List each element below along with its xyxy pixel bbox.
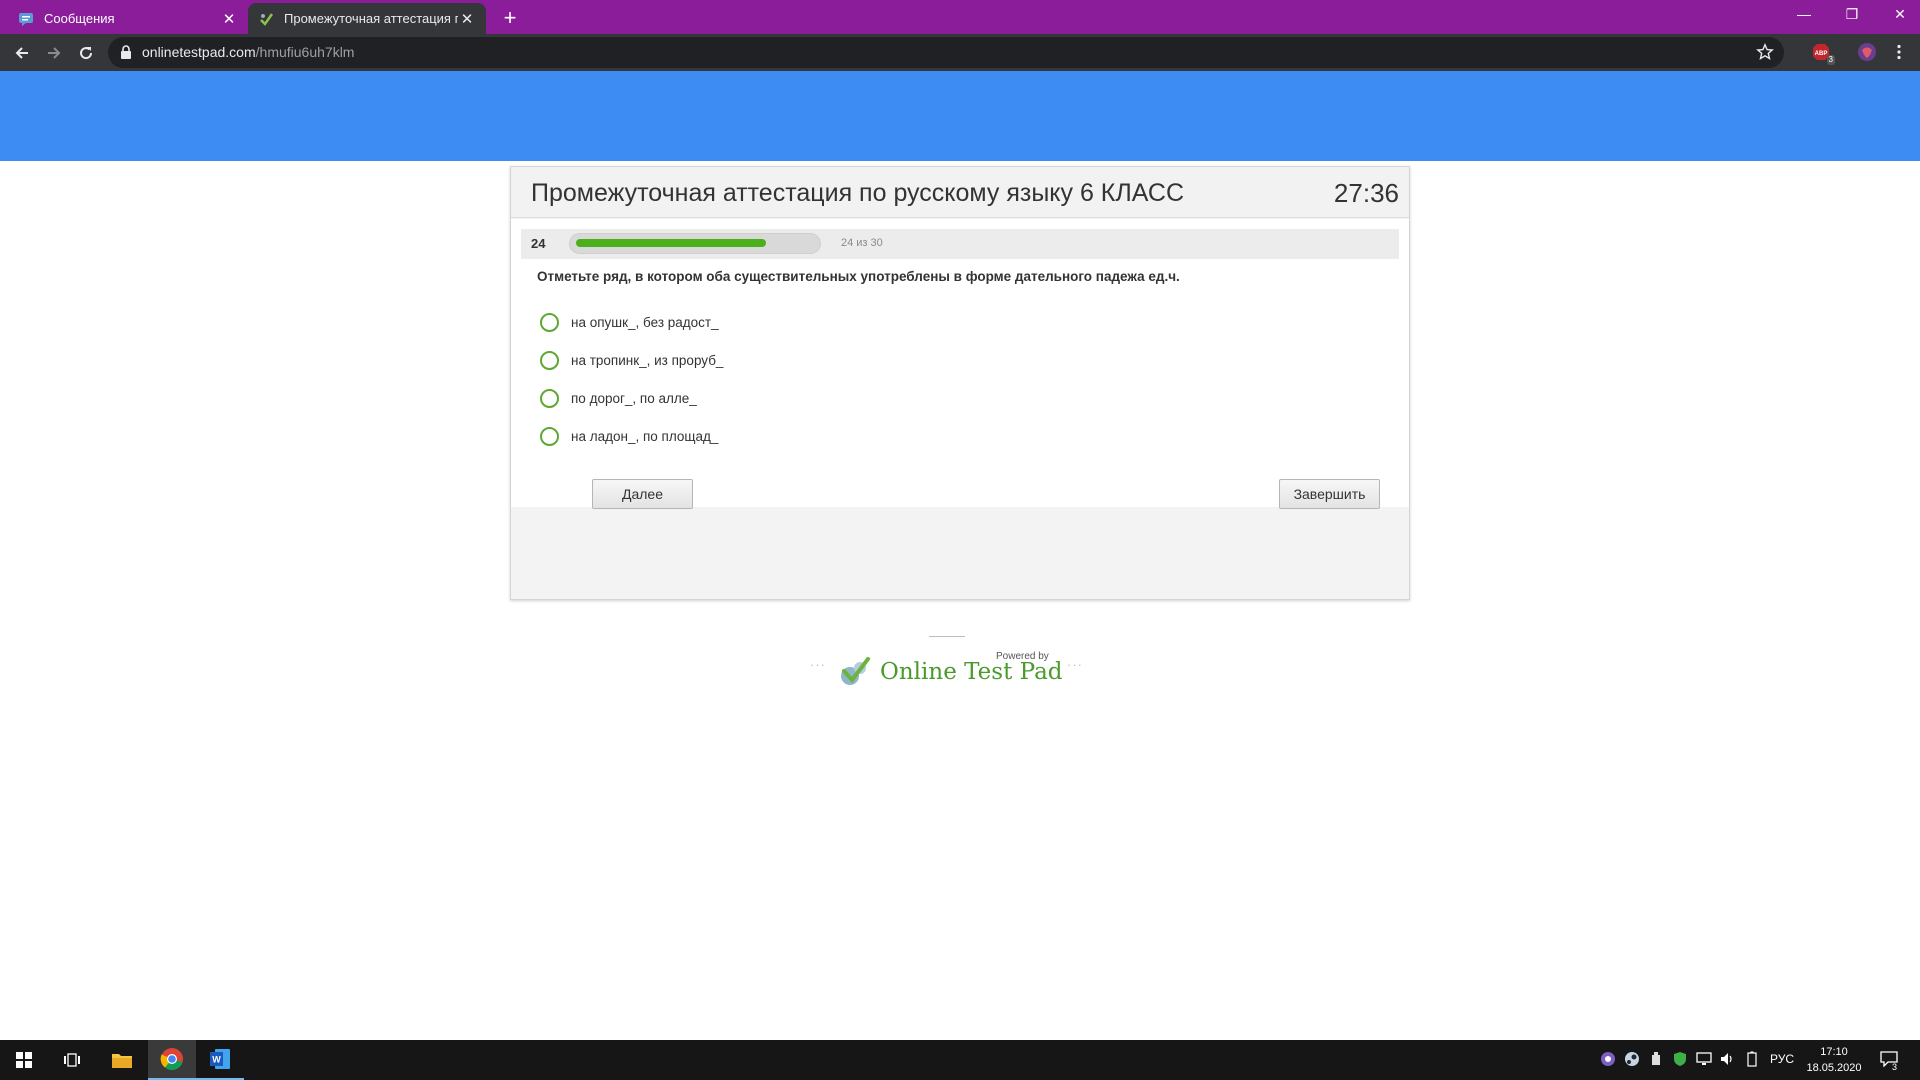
security-shield-tray-icon[interactable] [1671, 1050, 1689, 1068]
answer-option-label: на тропинк_, из проруб_ [571, 352, 724, 368]
network-tray-icon[interactable] [1695, 1050, 1713, 1068]
test-card: Промежуточная аттестация по русскому язы… [510, 166, 1410, 600]
footer-divider [929, 636, 965, 637]
answer-options: на опушк_, без радост_ на тропинк_, из п… [540, 303, 723, 455]
address-bar[interactable]: onlinetestpad.com/hmufiu6uh7klm [108, 37, 1784, 68]
reload-icon[interactable] [72, 39, 100, 67]
close-icon[interactable]: ✕ [458, 10, 476, 28]
radio-button[interactable] [540, 426, 559, 446]
radio-button[interactable] [540, 312, 559, 332]
back-icon[interactable] [8, 39, 36, 67]
close-window-button[interactable]: ✕ [1880, 0, 1920, 30]
tab-title: Сообщения [44, 11, 115, 26]
url-text: onlinetestpad.com/hmufiu6uh7klm [142, 44, 355, 60]
timer: 27:36 [1333, 178, 1399, 208]
answer-option-label: по дорог_, по алле_ [571, 390, 697, 406]
answer-option-label: на ладон_, по площад_ [571, 428, 719, 444]
browser-titlebar: Сообщения ✕ Промежуточная аттестация по … [0, 0, 1920, 34]
radio-button[interactable] [540, 388, 559, 408]
close-icon[interactable]: ✕ [220, 10, 238, 28]
tab-test[interactable]: Промежуточная аттестация по ✕ [248, 3, 486, 34]
footer-dots-right: ··· [1067, 657, 1083, 672]
question-text: Отметьте ряд, в котором оба существитель… [537, 269, 1180, 284]
messages-icon [18, 11, 34, 27]
profile-avatar[interactable] [1856, 41, 1878, 63]
footer-dots-left: ··· [810, 657, 826, 672]
browser-menu-icon[interactable] [1888, 41, 1910, 63]
test-header: Промежуточная аттестация по русскому язы… [511, 167, 1409, 218]
page-header-banner [0, 71, 1920, 161]
bookmark-star-icon[interactable] [1756, 43, 1774, 66]
restore-button[interactable]: ❐ [1832, 0, 1872, 30]
forward-icon[interactable] [40, 39, 68, 67]
onlinetestpad-icon [258, 11, 274, 27]
progress-fill [576, 239, 767, 247]
minimize-button[interactable]: — [1784, 0, 1824, 30]
system-clock[interactable]: 17:10 18.05.2020 [1800, 1044, 1868, 1076]
radio-button[interactable] [540, 350, 559, 370]
clock-time: 17:10 [1820, 1046, 1848, 1058]
answer-option[interactable]: на тропинк_, из проруб_ [540, 341, 723, 379]
usb-device-tray-icon[interactable] [1647, 1050, 1665, 1068]
next-button[interactable]: Далее [592, 479, 693, 509]
lock-icon[interactable] [120, 45, 132, 64]
answer-option-label: на опушк_, без радост_ [571, 314, 719, 330]
input-language[interactable]: РУС [1770, 1052, 1794, 1066]
volume-tray-icon[interactable] [1719, 1050, 1737, 1068]
question-panel: 24 24 из 30 Отметьте ряд, в котором оба … [511, 219, 1409, 507]
svg-text:W: W [212, 1055, 221, 1065]
answer-option[interactable]: на ладон_, по площад_ [540, 417, 723, 455]
tab-title: Промежуточная аттестация по [284, 11, 458, 26]
question-progress-bar: 24 24 из 30 [521, 229, 1399, 259]
onlinetestpad-logo-icon[interactable] [838, 654, 872, 693]
svg-text:ABP: ABP [1815, 51, 1828, 57]
battery-tray-icon[interactable] [1743, 1050, 1761, 1068]
word-taskbar-icon[interactable]: W [196, 1040, 244, 1080]
file-explorer-icon[interactable] [98, 1040, 146, 1080]
clock-date: 18.05.2020 [1806, 1062, 1862, 1074]
progress-track [569, 233, 821, 254]
test-title: Промежуточная аттестация по русскому язы… [531, 179, 1185, 207]
notification-count: 3 [1892, 1062, 1898, 1072]
windows-taskbar: W РУС 17:10 18.05.2020 3 [0, 1040, 1920, 1080]
answer-option[interactable]: по дорог_, по алле_ [540, 379, 723, 417]
adblock-extension-icon[interactable]: ABP 3 [1810, 41, 1835, 65]
viber-tray-icon[interactable] [1599, 1050, 1617, 1068]
finish-button[interactable]: Завершить [1279, 479, 1380, 509]
windows-start-icon[interactable] [0, 1040, 48, 1080]
chrome-taskbar-icon[interactable] [148, 1040, 196, 1080]
progress-text: 24 из 30 [841, 237, 883, 249]
extension-badge: 3 [1826, 55, 1835, 65]
new-tab-button[interactable]: + [497, 6, 523, 32]
question-number: 24 [531, 236, 546, 251]
task-view-icon[interactable] [48, 1040, 96, 1080]
browser-toolbar: onlinetestpad.com/hmufiu6uh7klm ABP 3 [0, 34, 1920, 71]
brand-name[interactable]: Online Test Pad [880, 659, 1063, 685]
answer-option[interactable]: на опушк_, без радост_ [540, 303, 723, 341]
steam-tray-icon[interactable] [1623, 1050, 1641, 1068]
tab-messages[interactable]: Сообщения ✕ [8, 3, 248, 34]
